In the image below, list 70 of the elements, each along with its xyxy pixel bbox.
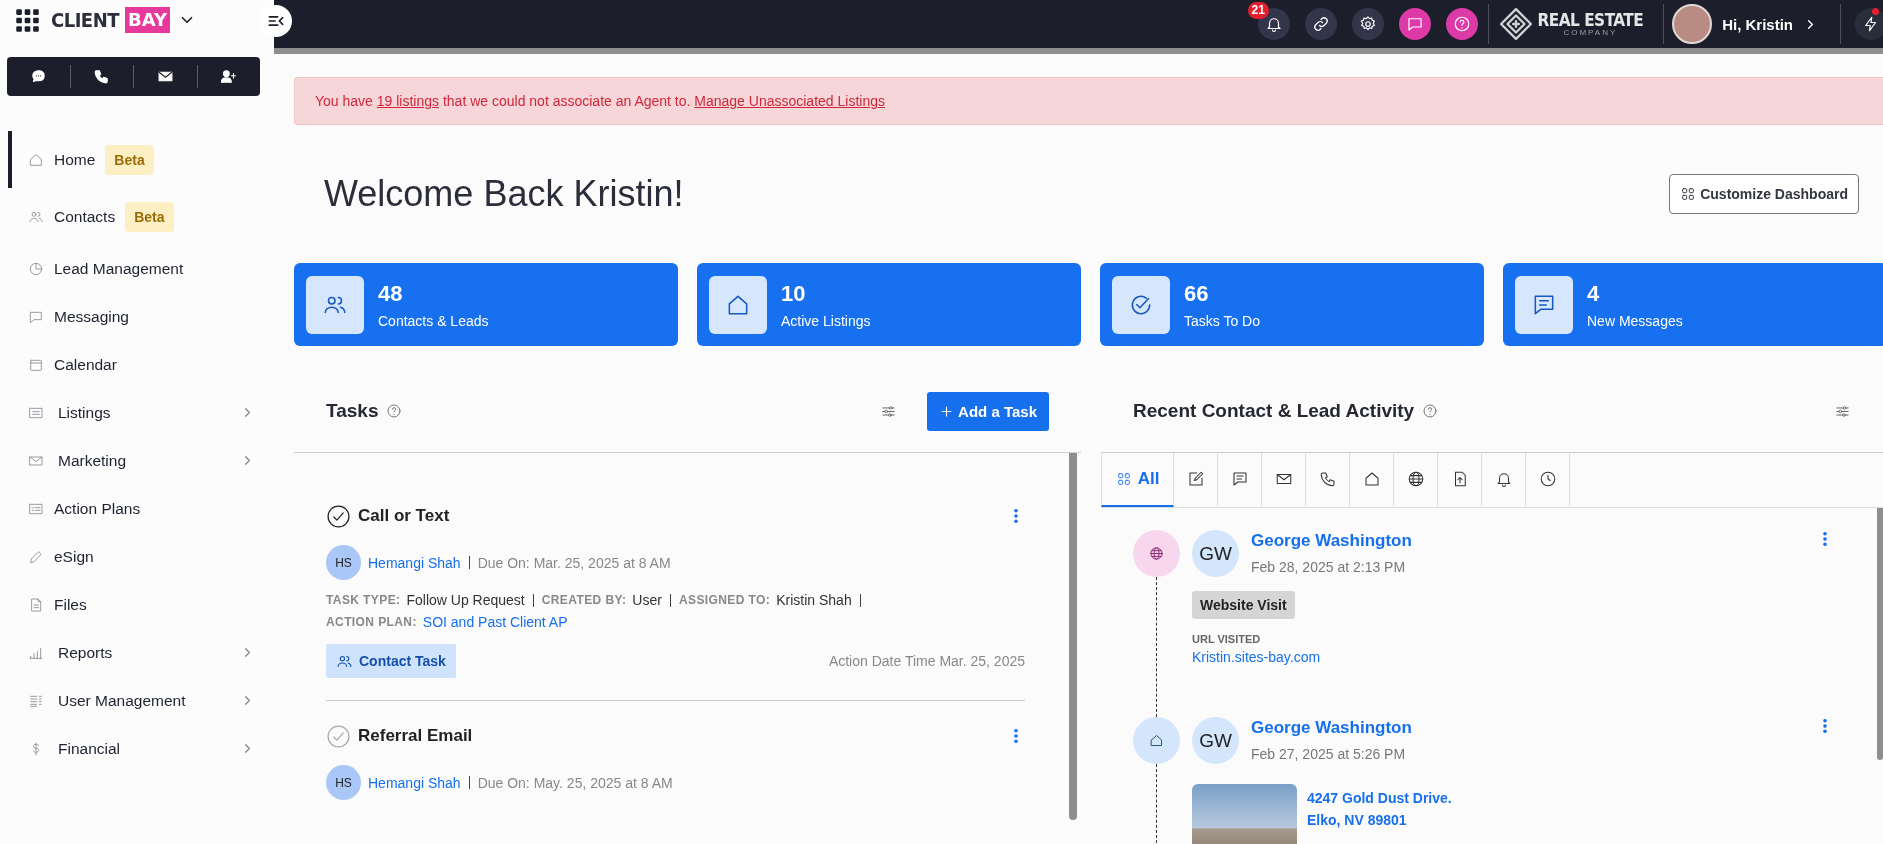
welcome-heading: Welcome Back Kristin! [324,173,684,215]
assignee-link[interactable]: Hemangi Shah [368,774,461,791]
stat-value: 66 [1184,280,1210,307]
nav-item[interactable]: Calendar [8,341,266,389]
stat-card[interactable]: 48 Contacts & Leads [294,263,678,346]
stat-card[interactable]: 4 New Messages [1503,263,1883,346]
stat-card[interactable]: 10 Active Listings [697,263,1081,346]
user-menu-button[interactable]: Hi, Kristin [1664,4,1830,44]
stat-label: New Messages [1587,312,1683,329]
nav-item[interactable]: Home Beta [8,131,266,188]
contact-name-link[interactable]: George Washington [1251,718,1816,738]
listings-link[interactable]: 19 listings [376,93,440,109]
panel-title: Recent Contact & Lead Activity [1133,400,1415,422]
due-date: Due On: May. 25, 2025 at 8 AM [477,774,673,791]
alert-message: You have 19 listings that we could not associate an Agent to. Manage Unassociated Listings [315,93,885,109]
address-link[interactable]: Elko, NV 89801 [1307,812,1452,828]
customize-dashboard-button[interactable]: Customize Dashboard [1669,174,1859,214]
activity-tag: Website Visit [1192,591,1295,619]
stat-label: Contacts & Leads [378,312,489,329]
detail-label: ASSIGNED TO: [678,593,771,607]
detail-label: ACTION PLAN: [326,615,417,629]
stat-value: 48 [378,280,404,307]
nav-item[interactable]: User Management [8,677,266,725]
company-tagline: COMPANY [1562,28,1619,37]
nav-item[interactable]: Messaging [8,293,266,341]
stat-label: Tasks To Do [1184,312,1260,329]
beta-badge: Beta [105,144,154,175]
detail-value: Kristin Shah [776,592,852,608]
event-time: Feb 28, 2025 at 2:13 PM [1251,559,1407,575]
company-name: REAL ESTATE [1537,11,1644,29]
avatar-initials: GW [1192,717,1239,764]
task-title: Call or Text [358,506,451,526]
nav-item[interactable]: Reports [8,629,266,677]
app-logo[interactable]: CLIENT BAY [14,6,170,34]
stat-label: Active Listings [781,312,871,329]
action-date: Action Date Time Mar. 25, 2025 [828,653,1025,669]
manage-listings-link[interactable]: Manage Unassociated Listings [694,93,885,109]
nav-item[interactable]: eSign [8,533,266,581]
detail-link[interactable]: SOI and Past Client AP [422,614,568,630]
contact-name-link[interactable]: George Washington [1251,531,1816,551]
detail-value: User [632,592,662,608]
stat-card[interactable]: 66 Tasks To Do [1100,263,1484,346]
nav-item[interactable]: Marketing [8,437,266,485]
detail-value: Follow Up Request [406,592,525,608]
nav-item[interactable]: Listings [8,389,266,437]
task-title: Referral Email [358,726,474,746]
beta-badge: Beta [125,201,174,232]
address-link[interactable]: 4247 Gold Dust Drive. [1307,790,1452,806]
filter-tab[interactable]: All [1101,453,1174,507]
due-date: Due On: Mar. 25, 2025 at 8 AM [477,554,671,571]
stat-value: 10 [781,280,807,307]
detail-label: CREATED BY: [541,593,627,607]
field-label: URL VISITED [1192,633,1261,645]
stat-value: 4 [1587,280,1601,307]
nav-item[interactable]: Action Plans [8,485,266,533]
event-time: Feb 27, 2025 at 5:26 PM [1251,746,1407,762]
notification-count: 21 [1247,2,1269,19]
avatar-initials: GW [1192,530,1239,577]
avatar-initials: HS [326,545,361,580]
nav-item[interactable]: Contacts Beta [8,188,266,245]
detail-label: TASK TYPE: [326,593,401,607]
panel-title: Tasks [326,400,379,422]
visited-url-link[interactable]: Kristin.sites-bay.com [1192,649,1321,665]
avatar-initials: HS [326,765,361,800]
task-type-tag: Contact Task [326,644,456,678]
nav-item[interactable]: Files [8,581,266,629]
nav-item[interactable]: Financial [8,725,266,773]
nav-item[interactable]: Lead Management [8,245,266,293]
assignee-link[interactable]: Hemangi Shah [368,554,461,571]
add-task-button[interactable]: Add a Task [927,391,1049,431]
